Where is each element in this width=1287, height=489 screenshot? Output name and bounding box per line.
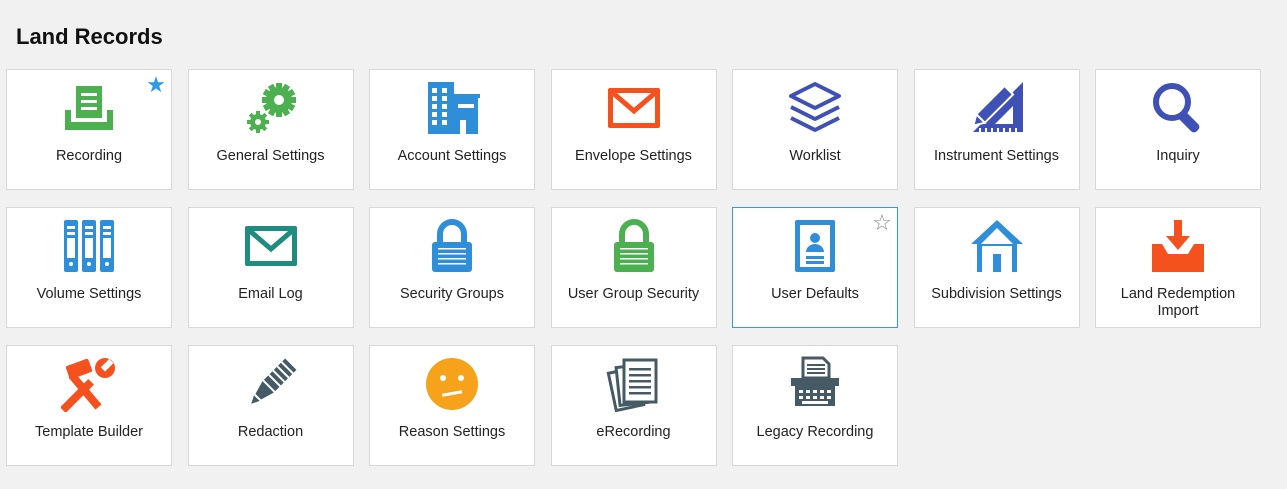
tile-envelope-settings[interactable]: Envelope Settings: [550, 69, 717, 190]
user-card-icon: [787, 218, 843, 274]
tile-template-builder[interactable]: Template Builder: [6, 345, 172, 466]
tile-recording[interactable]: Recording ★: [6, 69, 172, 190]
tile-label: Template Builder: [35, 424, 143, 440]
gears-icon: [243, 80, 299, 136]
house-icon: [969, 218, 1025, 274]
tile-worklist[interactable]: Worklist: [732, 69, 898, 190]
tile-land-redemption-import[interactable]: Land Redemption Import: [1095, 207, 1261, 328]
tile-label: User Defaults: [771, 286, 859, 302]
confused-face-icon: [424, 356, 480, 412]
padlock-icon: [424, 218, 480, 274]
favorite-star-outline-icon[interactable]: ☆: [871, 212, 893, 234]
hammer-wrench-icon: [61, 356, 117, 412]
tile-label: Instrument Settings: [934, 148, 1059, 164]
tile-label: Recording: [55, 148, 123, 164]
typewriter-icon: [787, 356, 843, 412]
tray-download-icon: [1150, 218, 1206, 274]
binders-icon: [61, 218, 117, 274]
magnifier-icon: [1150, 80, 1206, 136]
inbox-tray-icon: [61, 80, 117, 136]
tile-label: Worklist: [789, 148, 841, 164]
tile-label: Reason Settings: [398, 424, 506, 440]
tile-label: Volume Settings: [36, 286, 142, 302]
tile-label: Redaction: [237, 424, 304, 440]
tile-user-group-security[interactable]: User Group Security: [550, 207, 717, 328]
tile-label: Legacy Recording: [756, 424, 874, 440]
tile-label: Land Redemption Import: [1120, 286, 1236, 319]
marker-icon: [243, 356, 299, 412]
tile-account-settings[interactable]: Account Settings: [369, 69, 535, 190]
tile-general-settings[interactable]: General Settings: [187, 69, 354, 190]
tile-erecording[interactable]: eRecording: [550, 345, 717, 466]
tile-reason-settings[interactable]: Reason Settings: [369, 345, 535, 466]
tile-user-defaults[interactable]: User Defaults ☆: [732, 207, 898, 328]
tile-label: Envelope Settings: [575, 148, 692, 164]
papers-stack-icon: [606, 356, 662, 412]
tile-label: eRecording: [596, 424, 671, 440]
tile-label: Inquiry: [1156, 148, 1200, 164]
tile-label: User Group Security: [567, 286, 700, 302]
tile-inquiry[interactable]: Inquiry: [1095, 69, 1261, 190]
favorite-star-filled-icon[interactable]: ★: [145, 74, 167, 96]
envelope-icon: [243, 218, 299, 274]
tile-redaction[interactable]: Redaction: [187, 345, 354, 466]
tile-label: Email Log: [238, 286, 303, 302]
padlock-icon: [606, 218, 662, 274]
buildings-icon: [424, 80, 480, 136]
tile-subdivision-settings[interactable]: Subdivision Settings: [913, 207, 1080, 328]
tile-label: Subdivision Settings: [931, 286, 1062, 302]
tile-volume-settings[interactable]: Volume Settings: [6, 207, 172, 328]
tile-label: Security Groups: [400, 286, 504, 302]
tile-grid: Recording ★ General Settings Account Sett…: [6, 69, 1261, 466]
tile-email-log[interactable]: Email Log: [187, 207, 354, 328]
tile-label: General Settings: [216, 148, 325, 164]
tile-security-groups[interactable]: Security Groups: [369, 207, 535, 328]
ruler-pencil-icon: [969, 80, 1025, 136]
tile-instrument-settings[interactable]: Instrument Settings: [913, 69, 1080, 190]
envelope-icon: [606, 80, 662, 136]
tile-legacy-recording[interactable]: Legacy Recording: [732, 345, 898, 466]
tile-label: Account Settings: [397, 148, 507, 164]
layers-icon: [787, 80, 843, 136]
page-title: Land Records: [16, 24, 163, 49]
